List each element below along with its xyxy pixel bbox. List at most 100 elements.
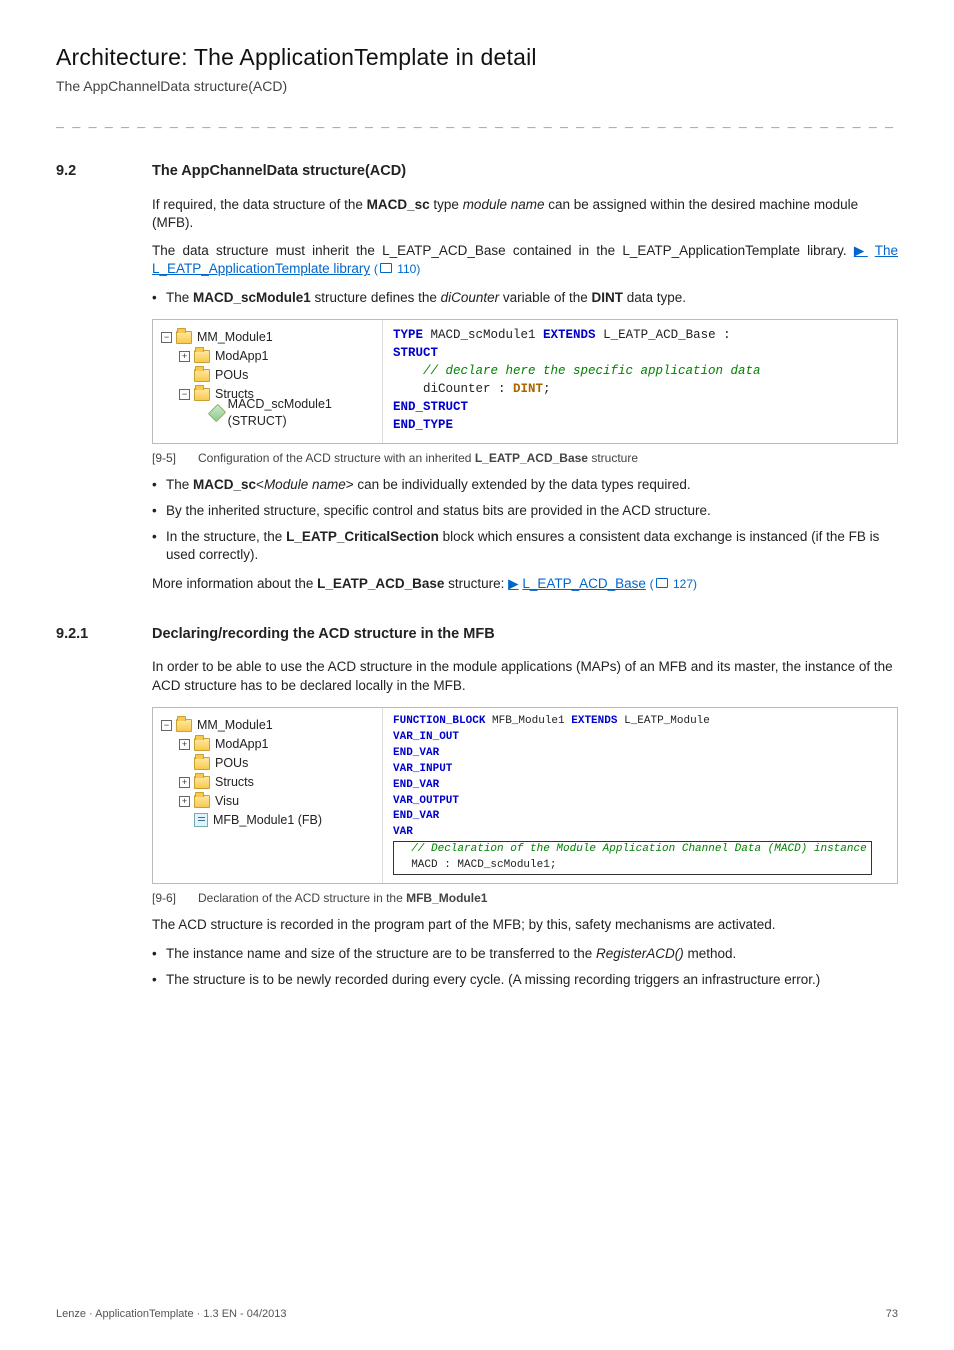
link-l-eatp-acd-base[interactable]: L_EATP_ACD_Base <box>522 576 646 591</box>
text: > can be individually extended by the da… <box>346 477 691 492</box>
text-italic: RegisterACD() <box>596 946 684 961</box>
code-text: L_EATP_Module <box>617 715 709 727</box>
code-comment: // Declaration of the Module Application… <box>398 843 867 855</box>
project-tree[interactable]: −MM_Module1 +ModApp1 POUs −Structs MACD_… <box>161 328 372 423</box>
text-bold: L_EATP_ACD_Base <box>475 451 588 465</box>
bullet-dot-icon: • <box>152 945 166 963</box>
code-keyword: END_TYPE <box>393 418 453 432</box>
figure-caption: [9-6] Declaration of the ACD structure i… <box>152 890 898 906</box>
text: method. <box>684 946 737 961</box>
folder-icon <box>194 738 210 751</box>
code-keyword: END_VAR <box>393 810 439 822</box>
code-panel: FUNCTION_BLOCK MFB_Module1 EXTENDS L_EAT… <box>383 708 897 883</box>
folder-icon <box>194 757 210 770</box>
text: In the structure, the <box>166 529 286 544</box>
tree-panel: −MM_Module1 +ModApp1 POUs −Structs MACD_… <box>153 320 383 443</box>
tree-node[interactable]: −MM_Module1 <box>161 716 372 735</box>
text: structure <box>588 451 638 465</box>
bullet-dot-icon: • <box>152 476 166 494</box>
folder-icon <box>194 795 210 808</box>
bullet-text: In the structure, the L_EATP_CriticalSec… <box>166 528 898 564</box>
text: < <box>256 477 264 492</box>
tree-node[interactable]: −MM_Module1 <box>161 328 372 347</box>
project-tree[interactable]: −MM_Module1 + ModApp1 POUs +Structs + Visu… <box>161 716 372 830</box>
text-bold: MACD_scModule1 <box>193 290 311 305</box>
spacer-icon <box>179 370 190 381</box>
paragraph: More information about the L_EATP_ACD_Ba… <box>152 575 898 593</box>
code-keyword: END_VAR <box>393 747 439 759</box>
tree-label: POUs <box>215 755 248 772</box>
tree-node[interactable]: POUs <box>161 366 372 385</box>
collapse-icon[interactable]: − <box>179 389 190 400</box>
text: The instance name and size of the struct… <box>166 946 596 961</box>
section-title: Declaring/recording the ACD structure in… <box>152 625 495 645</box>
bullet-item: • By the inherited structure, specific c… <box>152 502 898 520</box>
text-bold: MACD_sc <box>193 477 256 492</box>
code-keyword: VAR_OUTPUT <box>393 795 459 807</box>
bullet-dot-icon: • <box>152 528 166 564</box>
collapse-icon[interactable]: − <box>161 720 172 731</box>
tree-node[interactable]: +Structs <box>161 773 372 792</box>
code-text: diCounter : <box>393 382 513 396</box>
tree-node[interactable]: + ModApp1 <box>161 735 372 754</box>
page-reference[interactable]: ( 110) <box>374 262 420 276</box>
bullet-item: • The structure is to be newly recorded … <box>152 971 898 989</box>
triangle-icon: ▶ <box>508 576 518 591</box>
paragraph: The ACD structure is recorded in the pro… <box>152 916 898 934</box>
paragraph: In order to be able to use the ACD struc… <box>152 658 898 694</box>
text: variable of the <box>499 290 591 305</box>
code-keyword: TYPE <box>393 328 423 342</box>
tree-node[interactable]: + Visu <box>161 792 372 811</box>
tree-node[interactable]: MFB_Module1 (FB) <box>161 811 372 830</box>
tree-node[interactable]: MACD_scModule1 (STRUCT) <box>161 404 372 423</box>
page-header: Architecture: The ApplicationTemplate in… <box>56 42 898 130</box>
triangle-icon: ▶ <box>854 243 868 258</box>
expand-icon[interactable]: + <box>179 351 190 362</box>
page-number-ref: 110) <box>394 262 420 276</box>
fb-icon <box>194 813 208 827</box>
code-text: ; <box>543 382 551 396</box>
text: Declaration of the ACD structure in the <box>198 891 406 905</box>
tree-panel: −MM_Module1 + ModApp1 POUs +Structs + Visu… <box>153 708 383 883</box>
text-italic: Module name <box>264 477 346 492</box>
tree-label: Visu <box>215 793 239 810</box>
tree-node[interactable]: + ModApp1 <box>161 347 372 366</box>
tree-label: POUs <box>215 367 248 384</box>
text-bold: L_EATP_CriticalSection <box>286 529 439 544</box>
footer-left: Lenze · ApplicationTemplate · 1.3 EN - 0… <box>56 1307 287 1322</box>
code-text: L_EATP_ACD_Base : <box>596 328 731 342</box>
bullet-dot-icon: • <box>152 971 166 989</box>
tree-label: MACD_scModule1 (STRUCT) <box>228 396 372 430</box>
text-italic: module name <box>463 197 545 212</box>
caption-number: [9-5] <box>152 450 198 466</box>
bullet-item: • The MACD_sc<Module name> can be indivi… <box>152 476 898 494</box>
code-keyword: EXTENDS <box>543 328 596 342</box>
folder-icon <box>194 388 210 401</box>
code-panel: TYPE MACD_scModule1 EXTENDS L_EATP_ACD_B… <box>383 320 897 443</box>
section-number: 9.2 <box>56 162 152 182</box>
page-footer: Lenze · ApplicationTemplate · 1.3 EN - 0… <box>56 1307 898 1322</box>
tree-label: ModApp1 <box>215 736 269 753</box>
bullet-item: • The instance name and size of the stru… <box>152 945 898 963</box>
code-keyword: VAR_INPUT <box>393 763 452 775</box>
footer-page-number: 73 <box>886 1307 898 1322</box>
figure-9-5: −MM_Module1 +ModApp1 POUs −Structs MACD_… <box>152 319 898 444</box>
expand-icon[interactable]: + <box>179 796 190 807</box>
struct-icon <box>211 406 223 420</box>
caption-text: Configuration of the ACD structure with … <box>198 450 638 466</box>
bullet-dot-icon: • <box>152 502 166 520</box>
expand-icon[interactable]: + <box>179 777 190 788</box>
code-text: MACD_scModule1 <box>423 328 543 342</box>
page-reference[interactable]: ( 127) <box>650 577 697 591</box>
expand-icon[interactable]: + <box>179 739 190 750</box>
code-keyword: VAR <box>393 826 413 838</box>
code-keyword: STRUCT <box>393 346 438 360</box>
bullet-text: The structure is to be newly recorded du… <box>166 971 898 989</box>
tree-node[interactable]: POUs <box>161 754 372 773</box>
collapse-icon[interactable]: − <box>161 332 172 343</box>
bullet-text: The MACD_scModule1 structure defines the… <box>166 289 898 307</box>
page-subtitle: The AppChannelData structure(ACD) <box>56 77 898 96</box>
bullet-list: • The MACD_sc<Module name> can be indivi… <box>152 476 898 565</box>
tree-label: MFB_Module1 (FB) <box>213 812 322 829</box>
tree-label: ModApp1 <box>215 348 269 365</box>
